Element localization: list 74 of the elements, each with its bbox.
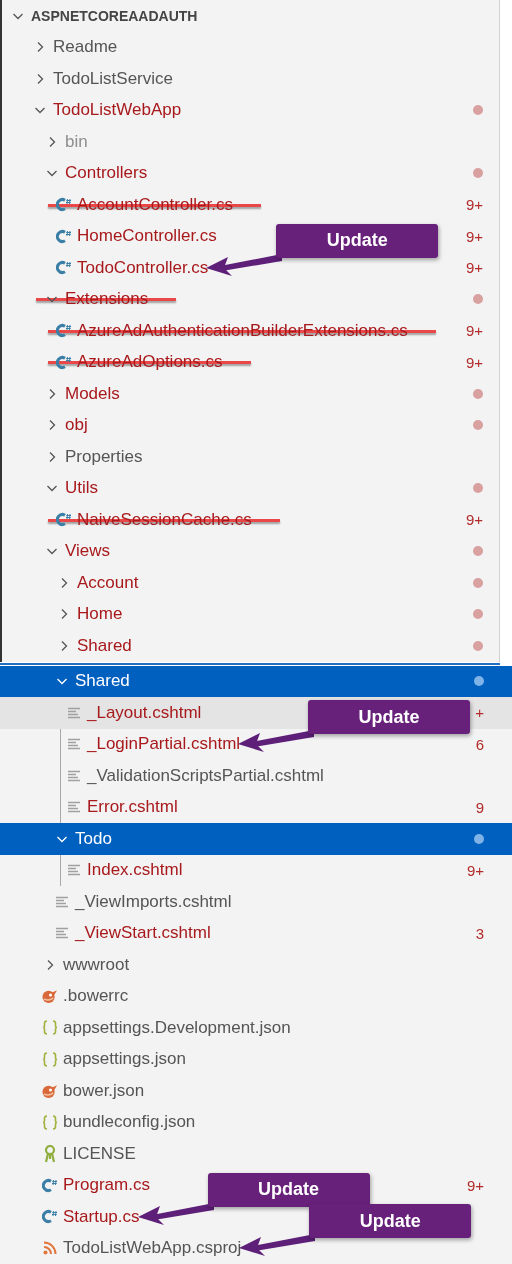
text-file-icon	[67, 706, 81, 719]
file-name[interactable]: HomeController.cs	[77, 226, 217, 247]
file-name[interactable]: TodoListWebApp.csproj	[63, 1238, 242, 1259]
problem-count: 3	[475, 924, 484, 942]
callout-tooltip: Update	[309, 1204, 472, 1239]
callout-tooltip: Update	[207, 1172, 370, 1207]
problem-count: 9+	[465, 322, 483, 340]
file-name[interactable]: _ViewImports.cshtml	[75, 891, 232, 912]
selected-row[interactable]: Shared	[0, 665, 512, 697]
folder-name[interactable]: Shared	[75, 671, 130, 692]
braces-icon	[42, 1051, 58, 1067]
problem-count: 9+	[465, 259, 483, 277]
file-name[interactable]: .bowerrc	[63, 986, 129, 1007]
folder-name[interactable]: TodoListService	[53, 68, 173, 89]
csharp-file-icon	[56, 228, 72, 244]
file-name[interactable]: _ViewStart.cshtml	[75, 923, 211, 944]
folder-name[interactable]: Controllers	[65, 163, 148, 184]
root-folder-row[interactable]: ASPNETCOREAADAUTH	[2, 0, 499, 32]
file-name[interactable]: bower.json	[63, 1080, 145, 1101]
problem-count: 6	[475, 735, 484, 753]
root-folder-name: ASPNETCOREAADAUTH	[31, 7, 198, 24]
callout-tooltip: Update	[276, 223, 439, 258]
callout-tooltip: Update	[308, 700, 471, 735]
selected-row[interactable]: Todo	[0, 823, 512, 855]
folder-name[interactable]: Account	[77, 572, 139, 593]
file-name[interactable]: appsettings.json	[63, 1049, 186, 1070]
csharp-file-icon	[56, 197, 72, 213]
file-name[interactable]: Program.cs	[63, 1175, 150, 1196]
problem-count: +	[475, 704, 484, 722]
braces-icon	[42, 1114, 58, 1130]
problem-count: 9	[475, 798, 484, 816]
text-file-icon	[55, 895, 69, 908]
folder-name[interactable]: Utils	[65, 478, 99, 499]
problem-count: 9+	[465, 353, 483, 371]
file-name[interactable]: LICENSE	[63, 1143, 136, 1164]
text-file-icon	[67, 801, 81, 814]
csharp-file-icon	[56, 323, 72, 339]
folder-name[interactable]: Properties	[65, 446, 143, 467]
bird-icon	[42, 988, 58, 1005]
file-name[interactable]: _ValidationScriptsPartial.cshtml	[87, 765, 324, 786]
file-name[interactable]: appsettings.Development.json	[63, 1017, 291, 1038]
csharp-file-icon	[56, 512, 72, 528]
csharp-file-icon	[56, 354, 72, 370]
problem-count: 9+	[465, 227, 483, 245]
braces-icon	[42, 1020, 58, 1036]
file-name[interactable]: _LoginPartial.cshtml	[87, 734, 241, 755]
file-name[interactable]: Startup.cs	[63, 1206, 140, 1227]
csharp-file-icon	[56, 260, 72, 276]
folder-name[interactable]: Views	[65, 541, 111, 562]
folder-name[interactable]: wwwroot	[63, 954, 130, 975]
text-file-icon	[67, 864, 81, 877]
problem-count: 9+	[466, 1176, 484, 1194]
text-file-icon	[55, 927, 69, 940]
folder-name[interactable]: Todo	[75, 828, 112, 849]
csharp-file-icon	[42, 1177, 58, 1193]
csharp-file-icon	[42, 1209, 58, 1225]
file-name[interactable]: Error.cshtml	[87, 797, 178, 818]
key-icon	[43, 1144, 57, 1163]
problem-count: 9+	[466, 861, 484, 879]
file-name[interactable]: Index.cshtml	[87, 860, 183, 881]
file-name[interactable]: bundleconfig.json	[63, 1112, 196, 1133]
folder-name[interactable]: Shared	[77, 635, 132, 656]
file-name[interactable]: TodoController.cs	[77, 257, 209, 278]
text-file-icon	[67, 769, 81, 782]
problem-count: 9+	[465, 511, 483, 529]
folder-name[interactable]: Readme	[53, 37, 118, 58]
folder-name[interactable]: Home	[77, 604, 123, 625]
folder-name[interactable]: obj	[65, 415, 88, 436]
feed-icon	[43, 1241, 57, 1256]
folder-name[interactable]: TodoListWebApp	[53, 100, 182, 121]
file-name[interactable]: _Layout.cshtml	[87, 702, 202, 723]
folder-name[interactable]: Models	[65, 383, 120, 404]
text-file-icon	[67, 738, 81, 751]
problem-count: 9+	[465, 196, 483, 214]
